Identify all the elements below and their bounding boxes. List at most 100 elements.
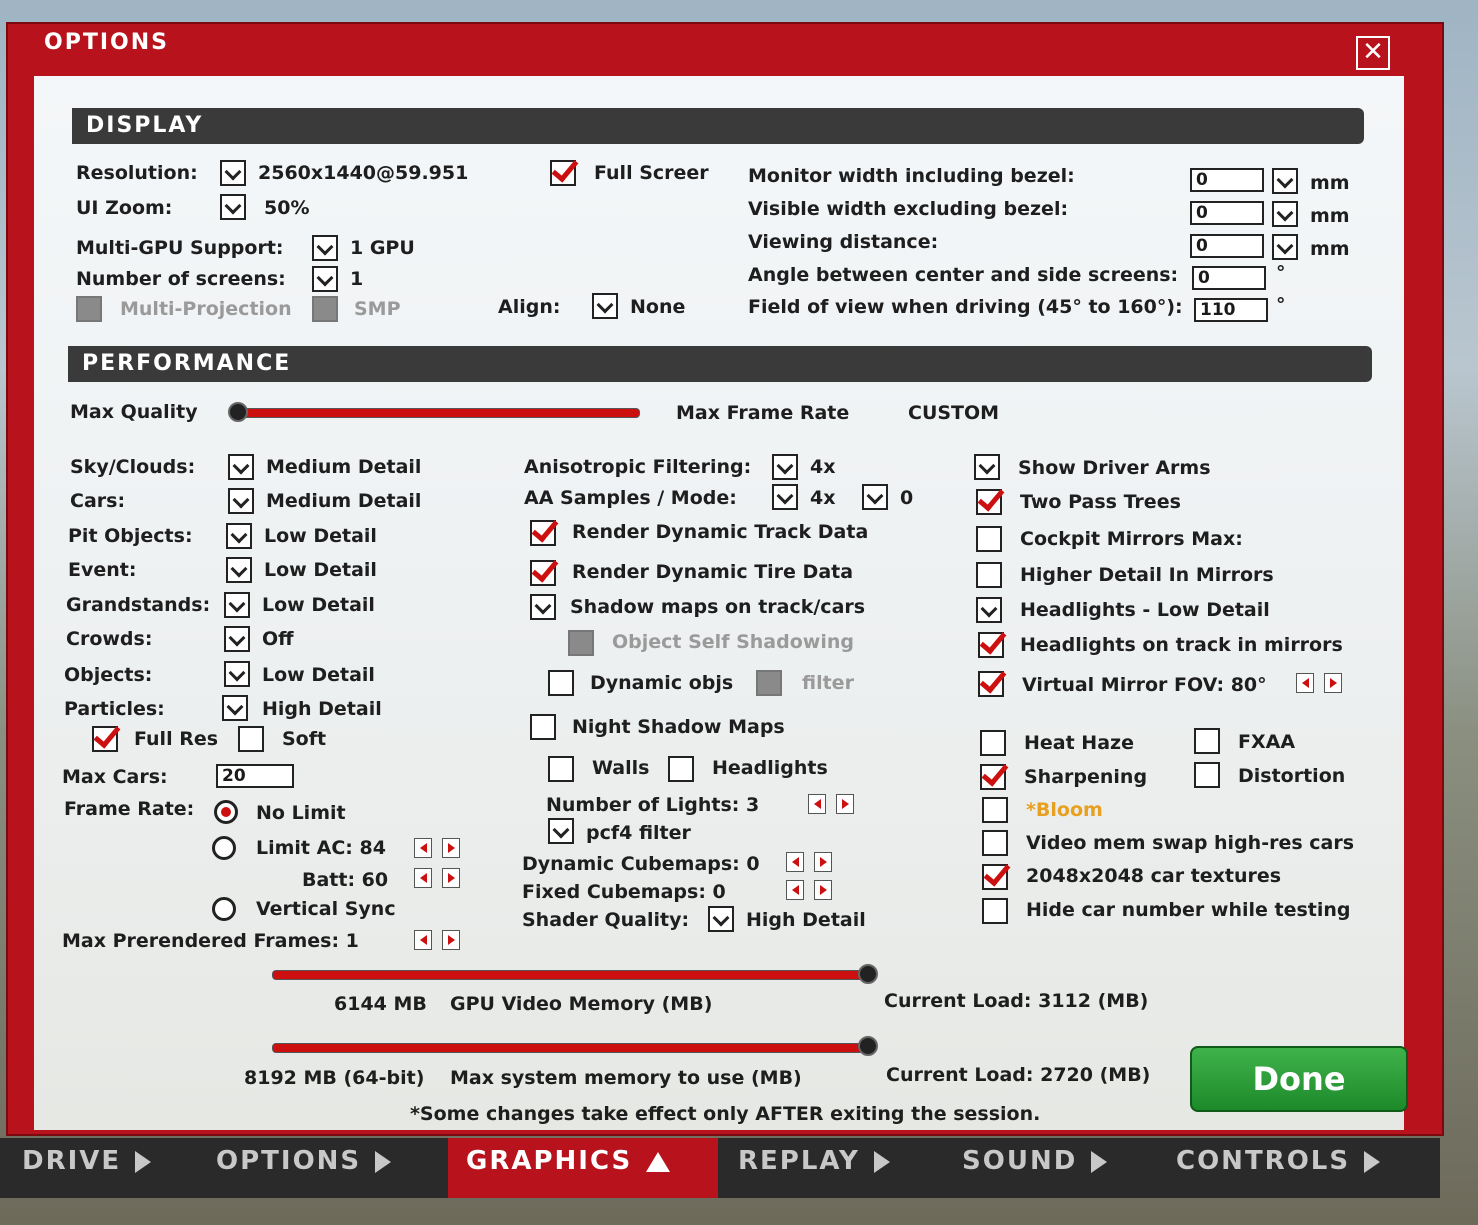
fov-input[interactable]: 110 (1194, 298, 1268, 322)
visible-width-label: Visible width excluding bezel: (748, 198, 1069, 220)
tab-controls[interactable]: CONTROLS (1176, 1146, 1381, 1176)
pcf4-dropdown[interactable] (548, 818, 574, 844)
pit-dropdown[interactable] (226, 523, 252, 549)
sky-value: Medium Detail (266, 456, 422, 478)
framerate-nolimit-radio[interactable] (214, 800, 238, 824)
sys-mem-slider-track[interactable] (272, 1043, 870, 1053)
lights-increase-icon[interactable] (836, 794, 854, 814)
cars-label: Cars: (70, 490, 126, 512)
shadow-maps-dropdown[interactable] (530, 594, 556, 620)
screens-dropdown[interactable] (312, 266, 338, 292)
dyn-cube-label: Dynamic Cubemaps: 0 (522, 853, 760, 875)
mirror-fov-increase-icon[interactable] (1324, 673, 1342, 693)
shader-dropdown[interactable] (708, 906, 734, 932)
close-icon[interactable]: ✕ (1356, 36, 1390, 70)
dyn-cube-decrease-icon[interactable] (786, 852, 804, 872)
headlights-shadow-checkbox[interactable] (668, 756, 694, 782)
quality-slider-knob[interactable] (228, 402, 248, 422)
viewing-distance-unit: mm (1310, 238, 1350, 260)
monitor-width-input[interactable]: 0 (1190, 168, 1264, 192)
soft-checkbox[interactable] (238, 726, 264, 752)
resolution-dropdown[interactable] (220, 160, 246, 186)
grandstands-dropdown[interactable] (224, 592, 250, 618)
dyn-cube-increase-icon[interactable] (814, 852, 832, 872)
limitac-decrease-icon[interactable] (414, 838, 432, 858)
filter-checkbox[interactable] (756, 670, 782, 696)
virtual-mirror-checkbox[interactable] (978, 671, 1004, 697)
cars-dropdown[interactable] (228, 488, 254, 514)
gpu-mem-slider-track[interactable] (272, 970, 870, 980)
framerate-vsync-radio[interactable] (212, 897, 236, 921)
visible-width-unit-dropdown[interactable] (1272, 201, 1298, 227)
fixed-cube-increase-icon[interactable] (814, 880, 832, 900)
fullres-checkbox[interactable] (92, 726, 118, 752)
pit-label: Pit Objects: (68, 525, 193, 547)
distortion-checkbox[interactable] (1194, 762, 1220, 788)
batt-decrease-icon[interactable] (414, 868, 432, 888)
tab-graphics[interactable]: GRAPHICS (466, 1146, 671, 1176)
aa-dropdown[interactable] (772, 484, 798, 510)
framerate-limitac-radio[interactable] (212, 836, 236, 860)
sys-mem-slider-knob[interactable] (858, 1036, 878, 1056)
angle-input[interactable]: 0 (1192, 266, 1266, 290)
multigpu-dropdown[interactable] (312, 235, 338, 261)
fxaa-checkbox[interactable] (1194, 728, 1220, 754)
sharpening-checkbox[interactable] (980, 764, 1006, 790)
mirror-fov-decrease-icon[interactable] (1296, 673, 1314, 693)
dyn-track-checkbox[interactable] (530, 520, 556, 546)
objects-label: Objects: (64, 664, 153, 686)
tab-sound[interactable]: SOUND (962, 1146, 1108, 1176)
prerendered-increase-icon[interactable] (442, 930, 460, 950)
fullscreen-checkbox[interactable] (550, 160, 576, 186)
fixed-cube-decrease-icon[interactable] (786, 880, 804, 900)
visible-width-input[interactable]: 0 (1190, 201, 1264, 225)
driver-arms-dropdown[interactable] (974, 454, 1000, 480)
sharpening-label: Sharpening (1024, 766, 1148, 788)
monitor-width-unit-dropdown[interactable] (1272, 168, 1298, 194)
gpu-mem-slider-knob[interactable] (858, 964, 878, 984)
smp-checkbox[interactable] (312, 296, 338, 322)
walls-checkbox[interactable] (548, 756, 574, 782)
heat-haze-checkbox[interactable] (980, 730, 1006, 756)
uizoom-dropdown[interactable] (220, 194, 246, 220)
event-dropdown[interactable] (226, 557, 252, 583)
align-dropdown[interactable] (592, 293, 618, 319)
batt-increase-icon[interactable] (442, 868, 460, 888)
aniso-dropdown[interactable] (772, 454, 798, 480)
objects-dropdown[interactable] (224, 661, 250, 687)
done-button[interactable]: Done (1190, 1046, 1408, 1112)
sky-dropdown[interactable] (228, 454, 254, 480)
dyn-tire-checkbox[interactable] (530, 560, 556, 586)
higher-detail-mirrors-checkbox[interactable] (976, 562, 1002, 588)
maxcars-label: Max Cars: (62, 766, 168, 788)
particles-dropdown[interactable] (222, 695, 248, 721)
tab-drive[interactable]: DRIVE (22, 1146, 152, 1176)
uizoom-value: 50% (264, 197, 310, 219)
cockpit-mirrors-checkbox[interactable] (976, 526, 1002, 552)
dyn-objs-checkbox[interactable] (548, 670, 574, 696)
textures-2048-checkbox[interactable] (982, 864, 1008, 890)
night-shadow-checkbox[interactable] (530, 714, 556, 740)
tab-replay[interactable]: REPLAY (738, 1146, 890, 1176)
aa-value: 4x (810, 487, 836, 509)
prerendered-decrease-icon[interactable] (414, 930, 432, 950)
two-pass-label: Two Pass Trees (1020, 491, 1181, 513)
quality-slider-track[interactable] (238, 408, 640, 418)
limitac-increase-icon[interactable] (442, 838, 460, 858)
headlights-track-checkbox[interactable] (978, 632, 1004, 658)
headlights-low-dropdown[interactable] (976, 597, 1002, 623)
viewing-distance-input[interactable]: 0 (1190, 234, 1264, 258)
pcf4-label: pcf4 filter (586, 822, 691, 844)
lights-decrease-icon[interactable] (808, 794, 826, 814)
multiprojection-checkbox[interactable] (76, 296, 102, 322)
viewing-distance-unit-dropdown[interactable] (1272, 234, 1298, 260)
video-swap-checkbox[interactable] (982, 830, 1008, 856)
maxcars-input[interactable]: 20 (216, 764, 294, 788)
self-shadow-checkbox[interactable] (568, 630, 594, 656)
hide-number-checkbox[interactable] (982, 898, 1008, 924)
two-pass-checkbox[interactable] (976, 489, 1002, 515)
bloom-checkbox[interactable] (982, 797, 1008, 823)
crowds-dropdown[interactable] (224, 626, 250, 652)
tab-options[interactable]: OPTIONS (216, 1146, 392, 1176)
aa-mode-dropdown[interactable] (862, 484, 888, 510)
